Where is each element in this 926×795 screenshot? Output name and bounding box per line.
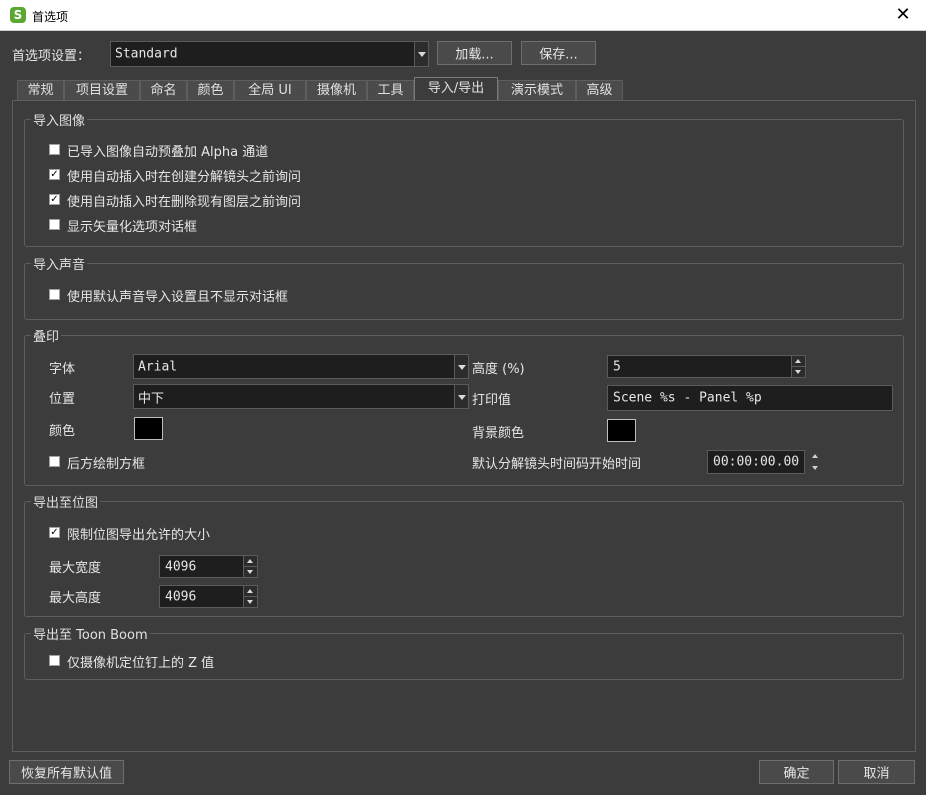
timecode-input[interactable]: 00:00:00.00 xyxy=(707,450,805,474)
print-value-input[interactable]: Scene %s - Panel %p xyxy=(607,385,893,411)
tab-import-export[interactable]: 导入/导出 xyxy=(414,77,498,100)
checkbox-label: 已导入图像自动预叠加 Alpha 通道 xyxy=(67,145,269,160)
cancel-button[interactable]: 取消 xyxy=(838,760,915,784)
spin-down-icon[interactable] xyxy=(792,367,805,378)
tab-camera[interactable]: 摄像机 xyxy=(306,80,367,100)
chevron-down-icon xyxy=(414,42,428,66)
checkbox-box[interactable]: ✓ xyxy=(49,194,60,205)
checkbox-box[interactable] xyxy=(49,456,60,467)
export-bitmap-group: 导出至位图 ✓ 限制位图导出允许的大小 最大宽度 4096 最大高度 4096 xyxy=(24,492,904,617)
import-image-group: 导入图像 已导入图像自动预叠加 Alpha 通道 ✓ 使用自动插入时在创建分解镜… xyxy=(24,110,904,247)
tab-presentation-mode[interactable]: 演示模式 xyxy=(498,80,576,100)
color-label: 颜色 xyxy=(49,424,76,439)
background-color-label: 背景颜色 xyxy=(472,426,525,441)
tab-advanced[interactable]: 高级 xyxy=(576,80,623,100)
spin-down-icon[interactable] xyxy=(244,597,257,608)
preferences-set-label: 首选项设置： xyxy=(12,49,91,64)
max-height-value: 4096 xyxy=(165,589,197,604)
save-button[interactable]: 保存... xyxy=(521,41,596,65)
height-label: 高度 (%) xyxy=(472,362,525,377)
spin-up-icon[interactable] xyxy=(792,356,805,367)
preset-dropdown[interactable]: Standard xyxy=(110,41,429,67)
checkbox-box[interactable] xyxy=(49,655,60,666)
checkbox-label: 使用自动插入时在删除现有图层之前询问 xyxy=(67,195,302,210)
checkbox-label: 使用默认声音导入设置且不显示对话框 xyxy=(67,290,289,305)
height-value: 5 xyxy=(613,359,621,374)
checkbox-box[interactable]: ✓ xyxy=(49,527,60,538)
checkbox-label: 限制位图导出允许的大小 xyxy=(67,528,211,543)
font-dropdown[interactable]: Arial xyxy=(133,354,469,379)
export-bitmap-title: 导出至位图 xyxy=(31,492,101,511)
print-value-text: Scene %s - Panel %p xyxy=(613,390,762,406)
checkbox-box[interactable]: ✓ xyxy=(49,169,60,180)
restore-defaults-button[interactable]: 恢复所有默认值 xyxy=(9,760,124,784)
checkbox-label: 显示矢量化选项对话框 xyxy=(67,220,198,235)
chevron-down-icon xyxy=(454,355,468,378)
export-toonboom-title: 导出至 Toon Boom xyxy=(31,624,150,643)
checkbox-box[interactable] xyxy=(49,144,60,155)
tab-general[interactable]: 常规 xyxy=(17,80,64,100)
watermark-group: 叠印 字体 Arial 高度 (%) 5 位置 中下 打印值 Scene %s … xyxy=(24,326,904,486)
timecode-value: 00:00:00.00 xyxy=(713,454,800,470)
tab-project-settings[interactable]: 项目设置 xyxy=(64,80,140,100)
checkbox-label: 仅摄像机定位钉上的 Z 值 xyxy=(67,656,215,671)
import-sound-group: 导入声音 使用默认声音导入设置且不显示对话框 xyxy=(24,254,904,320)
max-width-value: 4096 xyxy=(165,559,197,574)
print-value-label: 打印值 xyxy=(472,393,512,408)
checkbox-box[interactable] xyxy=(49,289,60,300)
load-button[interactable]: 加载... xyxy=(437,41,512,65)
spin-up-icon[interactable] xyxy=(244,586,257,597)
title-bar: S 首选项 ✕ xyxy=(0,0,926,31)
import-export-panel: 导入图像 已导入图像自动预叠加 Alpha 通道 ✓ 使用自动插入时在创建分解镜… xyxy=(12,100,916,752)
timecode-spinner-icon[interactable] xyxy=(810,452,820,472)
spinner[interactable] xyxy=(243,556,257,577)
font-label: 字体 xyxy=(49,362,76,377)
spin-up-icon[interactable] xyxy=(244,556,257,567)
import-sound-title: 导入声音 xyxy=(31,254,88,273)
close-icon[interactable]: ✕ xyxy=(880,0,926,31)
spinner[interactable] xyxy=(791,356,805,377)
height-stepper[interactable]: 5 xyxy=(607,355,806,378)
timecode-label: 默认分解镜头时间码开始时间 xyxy=(472,457,642,472)
position-dropdown[interactable]: 中下 xyxy=(133,384,469,409)
position-label: 位置 xyxy=(49,392,76,407)
tab-tools[interactable]: 工具 xyxy=(367,80,414,100)
tab-colors[interactable]: 颜色 xyxy=(187,80,234,100)
max-height-stepper[interactable]: 4096 xyxy=(159,585,258,608)
tab-global-ui[interactable]: 全局 UI xyxy=(234,80,306,100)
max-width-label: 最大宽度 xyxy=(49,561,102,576)
font-dropdown-value: Arial xyxy=(138,359,178,374)
chevron-down-icon xyxy=(454,385,468,408)
spinner[interactable] xyxy=(243,586,257,607)
watermark-title: 叠印 xyxy=(31,326,62,345)
checkbox-label: 使用自动插入时在创建分解镜头之前询问 xyxy=(67,170,302,185)
tab-naming[interactable]: 命名 xyxy=(140,80,187,100)
background-color-swatch[interactable] xyxy=(607,419,636,442)
ok-button[interactable]: 确定 xyxy=(759,760,834,784)
max-height-label: 最大高度 xyxy=(49,591,102,606)
position-dropdown-value: 中下 xyxy=(138,391,165,406)
export-toonboom-group: 导出至 Toon Boom 仅摄像机定位钉上的 Z 值 xyxy=(24,624,904,680)
app-logo-icon: S xyxy=(10,7,26,23)
color-swatch[interactable] xyxy=(134,417,163,440)
import-image-title: 导入图像 xyxy=(31,110,88,129)
checkbox-box[interactable] xyxy=(49,219,60,230)
max-width-stepper[interactable]: 4096 xyxy=(159,555,258,578)
checkbox-label: 后方绘制方框 xyxy=(67,457,146,472)
preset-dropdown-value: Standard xyxy=(115,46,178,62)
window-title: 首选项 xyxy=(32,10,69,24)
spin-down-icon[interactable] xyxy=(244,567,257,578)
